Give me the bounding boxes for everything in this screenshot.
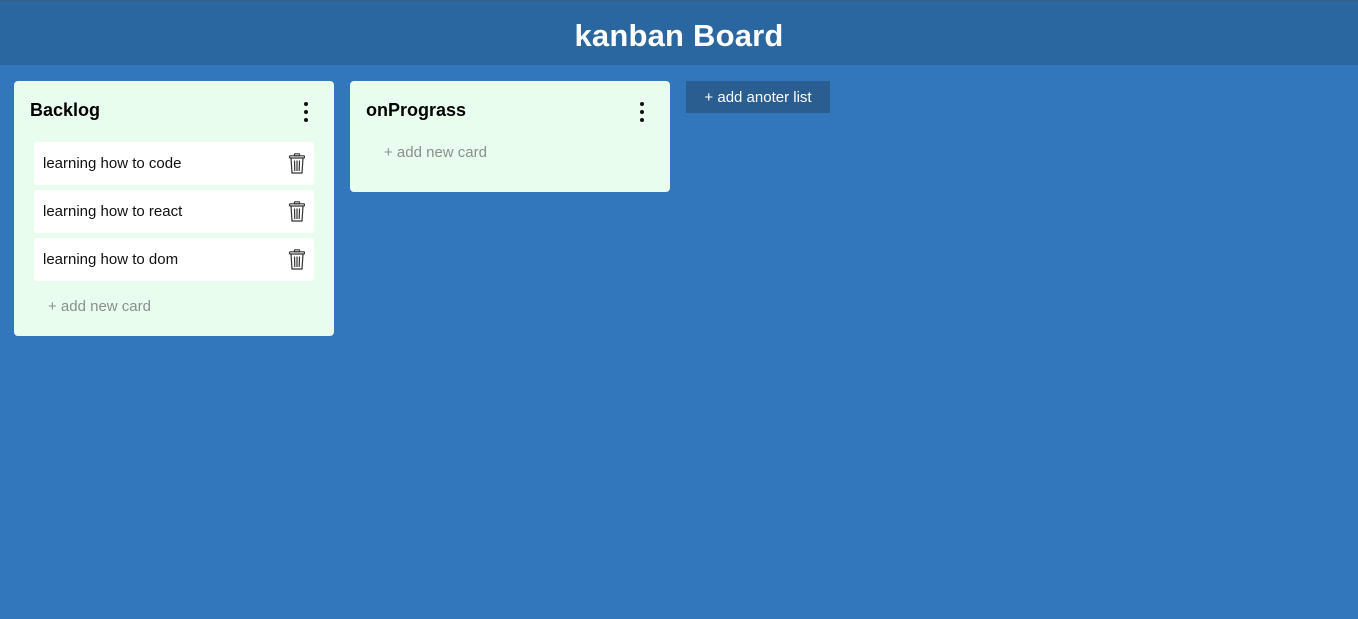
vertical-dots-icon[interactable] (300, 101, 312, 122)
trash-icon[interactable] (288, 201, 306, 223)
list-title: Backlog (30, 100, 101, 120)
board-title: kanban Board (574, 18, 784, 53)
list-header: Backlog (30, 81, 318, 142)
add-card-button[interactable]: + add new card (366, 142, 487, 182)
list-backlog: Backlog learning how to code learning ho… (14, 81, 334, 336)
card-text: learning how to react (43, 203, 183, 220)
list-header: onPrograss (366, 81, 654, 142)
list-title: onPrograss (366, 100, 467, 120)
card-text: learning how to dom (43, 251, 179, 268)
vertical-dots-icon[interactable] (636, 101, 648, 122)
card-list: learning how to code learning how to rea… (30, 142, 318, 281)
trash-icon[interactable] (288, 249, 306, 271)
card[interactable]: learning how to dom (34, 238, 314, 281)
card[interactable]: learning how to react (34, 190, 314, 233)
trash-icon[interactable] (288, 153, 306, 175)
add-card-button[interactable]: + add new card (30, 286, 151, 326)
card-text: learning how to code (43, 155, 182, 172)
list-onprograss: onPrograss + add new card (350, 81, 670, 192)
board-header: kanban Board (0, 0, 1358, 65)
card[interactable]: learning how to code (34, 142, 314, 185)
add-list-button[interactable]: + add anoter list (686, 81, 830, 113)
